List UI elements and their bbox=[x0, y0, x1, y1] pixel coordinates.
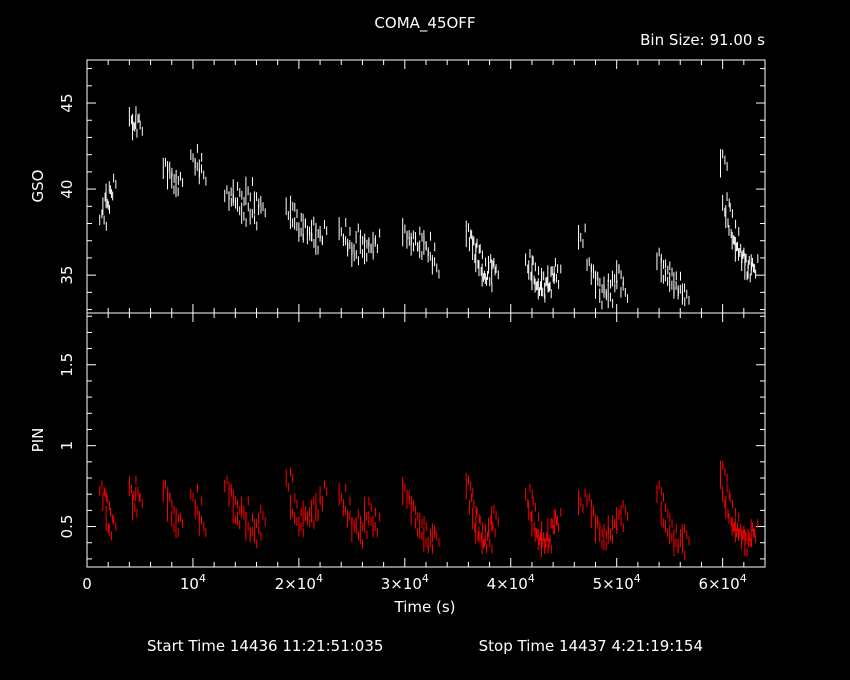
gso-y-tick-label: 45 bbox=[58, 93, 76, 112]
pin-y-tick-label: 1.5 bbox=[58, 353, 76, 377]
gso-y-axis-label: GSO bbox=[29, 170, 47, 203]
x-tick-label: 2×104 bbox=[275, 572, 323, 593]
gso-y-tick-label: 35 bbox=[58, 266, 76, 285]
x-tick-label: 5×104 bbox=[593, 572, 641, 593]
start-time-label: Start Time 14436 11:21:51:035 bbox=[147, 637, 383, 655]
light-curve-chart: COMA_45OFF Bin Size: 91.00 s GSO 354045 … bbox=[0, 0, 850, 680]
pin-y-tick-label: 0.5 bbox=[58, 515, 76, 539]
x-axis-label: Time (s) bbox=[394, 598, 456, 616]
gso-y-tick-label: 40 bbox=[58, 180, 76, 199]
x-tick-label: 4×104 bbox=[487, 572, 535, 593]
stop-time-label: Stop Time 14437 4:21:19:154 bbox=[479, 637, 703, 655]
x-tick-label: 6×104 bbox=[699, 572, 747, 593]
pin-y-tick-label: 1 bbox=[58, 441, 76, 451]
pin-y-axis-label: PIN bbox=[29, 428, 47, 453]
chart-title: COMA_45OFF bbox=[374, 14, 475, 33]
x-tick-label: 3×104 bbox=[381, 572, 429, 593]
x-tick-label: 0 bbox=[82, 575, 92, 593]
bin-size-label: Bin Size: 91.00 s bbox=[640, 31, 765, 49]
